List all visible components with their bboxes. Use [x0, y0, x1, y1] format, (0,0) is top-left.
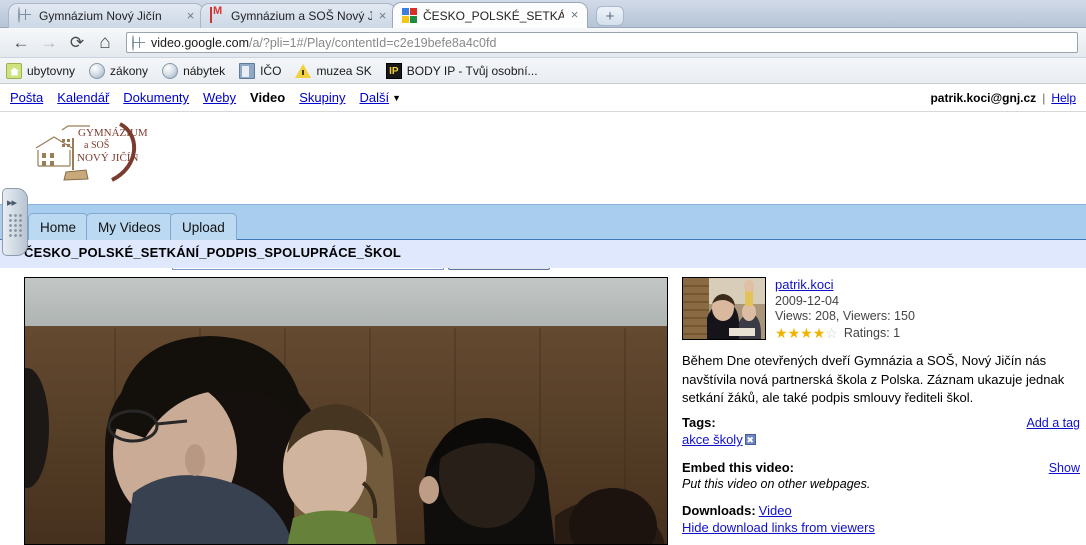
back-button[interactable]: ← — [8, 30, 34, 56]
embed-subtext: Put this video on other webpages. — [682, 477, 871, 491]
app-tab-strip: Home My Videos Upload — [0, 204, 1086, 241]
tab-home[interactable]: Home — [28, 213, 89, 241]
browser-tab-label: ČESKO_POLSKÉ_SETKÁNÍ_POl — [423, 8, 564, 23]
nav-separator: | — [1042, 90, 1046, 105]
user-email: patrik.koci@gnj.cz — [930, 90, 1037, 105]
new-tab-button[interactable]: + — [596, 6, 624, 26]
bookmarks-bar: ubytovny zákony nábytek IČO muzea SK IP … — [0, 58, 1086, 84]
star-icon[interactable]: ★ — [788, 326, 801, 340]
star-icon[interactable]: ★ — [800, 326, 813, 340]
view-stats: Views: 208, Viewers: 150 — [775, 309, 915, 323]
browser-tab-2[interactable]: ČESKO_POLSKÉ_SETKÁNÍ_POl × — [392, 2, 588, 28]
add-tag-link[interactable]: Add a tag — [1026, 416, 1080, 430]
downloads-label: Downloads: — [682, 503, 756, 518]
bookmark-label: zákony — [110, 63, 149, 78]
nav-link-posta[interactable]: Pošta — [10, 90, 43, 105]
ratings-count: Ratings: 1 — [843, 325, 901, 340]
globe-icon — [162, 62, 179, 79]
upload-date: 2009-12-04 — [775, 293, 839, 308]
star-icon[interactable]: ★ — [775, 326, 788, 340]
video-meta-panel: patrik.koci 2009-12-04 Views: 208, Viewe… — [682, 277, 1078, 341]
school-logo[interactable]: GYMNÁZIUM a SOŠ NOVÝ JIČÍN — [28, 122, 148, 184]
nav-link-dokumenty[interactable]: Dokumenty — [123, 90, 189, 105]
bookmark-label: BODY IP - Tvůj osobní... — [406, 63, 538, 78]
browser-tab-label: Gymnázium a SOŠ Nový Jičín M — [231, 9, 372, 23]
gmail-icon — [210, 7, 226, 24]
svg-text:GYMNÁZIUM: GYMNÁZIUM — [78, 127, 148, 139]
page-globe-icon — [132, 34, 146, 51]
chevron-down-icon[interactable]: ▼ — [392, 93, 401, 103]
rating-stars[interactable]: ★ ★ ★ ★ ☆ Ratings: 1 — [775, 326, 915, 342]
site-header: GYMNÁZIUM a SOŠ NOVÝ JIČÍN Search Videos — [0, 113, 1086, 270]
download-video-link[interactable]: Video — [759, 503, 792, 518]
nav-current-video: Video — [250, 90, 286, 105]
video-player[interactable] — [24, 277, 668, 545]
address-host: video.google.com — [151, 35, 249, 50]
downloads-row: Downloads: Video — [682, 503, 792, 518]
tags-label: Tags: — [682, 415, 716, 430]
nav-link-skupiny[interactable]: Skupiny — [299, 90, 345, 105]
close-icon[interactable]: × — [376, 9, 389, 23]
bookmark-label: muzea SK — [316, 63, 372, 78]
globe-icon — [18, 7, 34, 24]
browser-tab-0[interactable]: Gymnázium Nový Jičín × — [8, 3, 204, 28]
bookmark-label: IČO — [260, 63, 282, 78]
video-thumbnail[interactable] — [682, 277, 766, 340]
svg-text:NOVÝ JIČÍN: NOVÝ JIČÍN — [77, 152, 138, 164]
video-description: Během Dne otevřených dveří Gymnázia a SO… — [682, 353, 1065, 405]
nav-link-kalendar[interactable]: Kalendář — [57, 90, 109, 105]
video-meta-text: patrik.koci 2009-12-04 Views: 208, Viewe… — [775, 277, 915, 341]
address-path: /a/?pli=1#/Play/contentId=c2e19befe8a4c0… — [248, 35, 497, 50]
star-icon[interactable]: ★ — [813, 326, 826, 340]
star-icon[interactable]: ☆ — [825, 326, 838, 340]
close-icon[interactable]: × — [184, 9, 197, 23]
google-apps-nav: Pošta Kalendář Dokumenty Weby Video Skup… — [0, 84, 1086, 112]
grip-icon — [8, 213, 22, 239]
hide-download-links[interactable]: Hide download links from viewers — [682, 520, 875, 535]
reload-icon[interactable]: ⟳ — [64, 30, 90, 56]
remove-tag-icon[interactable]: ✖ — [744, 434, 756, 445]
uploader-link[interactable]: patrik.koci — [775, 277, 834, 292]
embed-show-link[interactable]: Show — [1049, 461, 1080, 475]
address-bar[interactable]: video.google.com/a/?pli=1#/Play/contentI… — [126, 32, 1078, 53]
page-title: ČESKO_POLSKÉ_SETKÁNÍ_PODPIS_SPOLUPRÁCE_Š… — [24, 245, 402, 260]
bookmark-zakony[interactable]: zákony — [89, 62, 149, 79]
forward-button[interactable]: → — [36, 30, 62, 56]
nav-link-weby[interactable]: Weby — [203, 90, 236, 105]
browser-toolbar: ← → ⟳ ⌂ video.google.com/a/?pli=1#/Play/… — [0, 28, 1086, 58]
nav-link-dalsi[interactable]: Další — [359, 90, 389, 105]
warning-icon — [295, 63, 312, 79]
bookmark-nabytek[interactable]: nábytek — [162, 62, 226, 79]
google-icon — [402, 7, 418, 24]
help-link[interactable]: Help — [1051, 91, 1076, 105]
tag-item[interactable]: akce školy — [682, 432, 743, 447]
browser-tab-label: Gymnázium Nový Jičín — [39, 9, 162, 23]
globe-icon — [89, 62, 106, 79]
home-icon[interactable]: ⌂ — [92, 30, 118, 56]
bookmark-ico[interactable]: IČO — [239, 62, 282, 79]
tags-header-row: Tags: Add a tag — [682, 415, 1080, 430]
browser-tab-1[interactable]: Gymnázium a SOŠ Nový Jičín M × — [200, 3, 396, 28]
close-icon[interactable]: × — [568, 8, 581, 22]
home-icon — [6, 62, 22, 79]
embed-header-row: Embed this video: Show — [682, 460, 1080, 475]
tab-my-videos[interactable]: My Videos — [86, 213, 173, 241]
tag-list: akce školy ✖ — [682, 432, 756, 447]
bookmark-body-ip[interactable]: IP BODY IP - Tvůj osobní... — [385, 62, 538, 79]
chevron-right-icon: ▸▸ — [7, 197, 17, 209]
bookmark-muzea-sk[interactable]: muzea SK — [295, 63, 372, 79]
tab-upload[interactable]: Upload — [170, 213, 237, 241]
browser-window: Gymnázium Nový Jičín × Gymnázium a SOŠ N… — [0, 0, 1086, 545]
bookmark-label: nábytek — [183, 63, 226, 78]
browser-tab-strip: Gymnázium Nový Jičín × Gymnázium a SOŠ N… — [0, 0, 1086, 28]
svg-text:a SOŠ: a SOŠ — [84, 139, 109, 151]
bookmark-label: ubytovny — [27, 63, 76, 78]
sidebar-expand-handle[interactable]: ▸▸ — [2, 188, 28, 256]
ip-icon: IP — [385, 62, 402, 79]
embed-label: Embed this video: — [682, 460, 794, 475]
bookmark-ubytovny[interactable]: ubytovny — [6, 62, 76, 79]
document-icon — [239, 62, 256, 79]
